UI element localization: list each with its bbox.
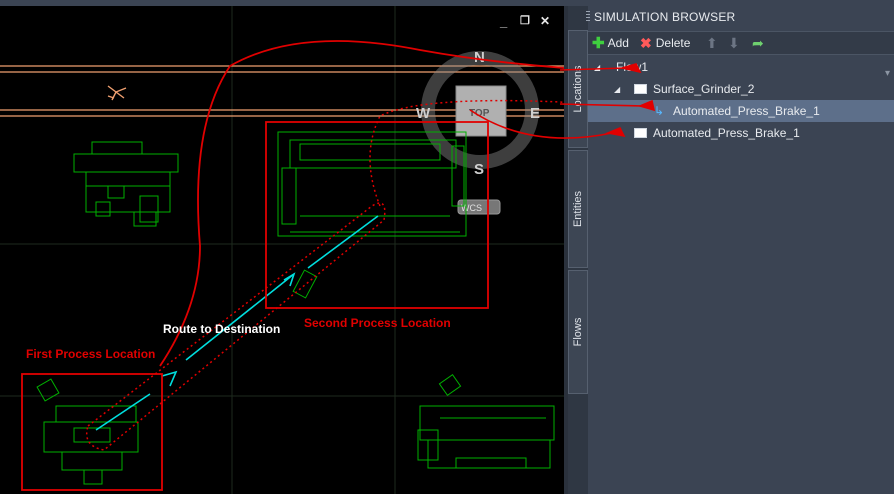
tree-item-route-label: Automated_Press_Brake_1: [673, 104, 820, 118]
tree-item-flow[interactable]: ◢ Flow1: [588, 56, 894, 78]
forward-arrow-icon[interactable]: ➦: [752, 34, 764, 52]
viewcube-top-face[interactable]: TOP: [469, 108, 490, 119]
delete-label: Delete: [655, 36, 691, 50]
cad-drawing: N S E W TOP WCS Route to Destination Sec…: [0, 6, 564, 494]
tree-item-surface-grinder[interactable]: ◢ Surface_Grinder_2: [588, 78, 894, 100]
browser-toolbar: ✚ Add ✖ Delete ⬆ ⬇ ➦ ▾: [588, 31, 894, 79]
side-tab-strip: Locations Entities Flows: [568, 6, 588, 494]
compass-east: E: [530, 105, 540, 122]
tab-flows[interactable]: Flows: [568, 270, 588, 394]
route-label: Route to Destination: [163, 322, 280, 336]
entity-figure-icon: [107, 85, 127, 101]
viewcube: [421, 51, 539, 215]
simulation-browser: SIMULATION BROWSER ✚ Add ✖ Delete ⬆ ⬇ ➦ …: [586, 6, 894, 494]
machine-bottomright: [417, 373, 555, 469]
route-arrow-icon: ↳: [654, 104, 665, 118]
location-box-icon: [634, 84, 647, 94]
move-up-arrow-icon[interactable]: ⬆: [706, 34, 718, 52]
compass-south: S: [474, 161, 484, 178]
plus-icon: ✚: [592, 35, 605, 52]
tree-item-route-press-brake[interactable]: ↳ Automated_Press_Brake_1: [588, 100, 894, 122]
route-dotted-outline: [86, 99, 564, 451]
compass-west: W: [416, 105, 431, 122]
expand-icon[interactable]: ◢: [594, 63, 600, 72]
machine-bottomleft: [36, 378, 139, 485]
tree-item-surface-grinder-label: Surface_Grinder_2: [653, 82, 755, 96]
tree-item-flow-label: Flow1: [616, 60, 649, 74]
tab-entities-label: Entities: [572, 190, 584, 228]
tab-locations-label: Locations: [572, 65, 584, 113]
first-location-label: First Process Location: [26, 347, 155, 361]
delete-x-icon: ✖: [640, 34, 652, 51]
second-location-label: Second Process Location: [304, 316, 451, 330]
add-label: Add: [607, 36, 629, 50]
close-button[interactable]: ✕: [540, 14, 550, 28]
location-box-icon: [634, 128, 647, 138]
machine-topleft: [73, 141, 179, 227]
add-button[interactable]: ✚ Add: [592, 34, 629, 52]
panel-grip-icon[interactable]: [586, 11, 590, 23]
tab-entities[interactable]: Entities: [568, 150, 588, 268]
expand-icon[interactable]: ◢: [614, 85, 620, 94]
tree-item-press-brake[interactable]: Automated_Press_Brake_1: [588, 122, 894, 144]
cad-viewport[interactable]: N S E W TOP WCS Route to Destination Sec…: [0, 6, 564, 494]
move-down-arrow-icon[interactable]: ⬇: [728, 34, 740, 52]
compass-north: N: [474, 49, 485, 66]
tab-flows-label: Flows: [572, 317, 584, 347]
minimize-button[interactable]: _: [500, 14, 507, 29]
machine-press-brake: [277, 131, 467, 299]
panel-title: SIMULATION BROWSER: [594, 10, 736, 24]
tab-locations[interactable]: Locations: [568, 30, 588, 148]
restore-button[interactable]: ❐: [520, 14, 530, 27]
tree-item-press-brake-label: Automated_Press_Brake_1: [653, 126, 800, 140]
delete-button[interactable]: ✖ Delete: [640, 34, 690, 52]
